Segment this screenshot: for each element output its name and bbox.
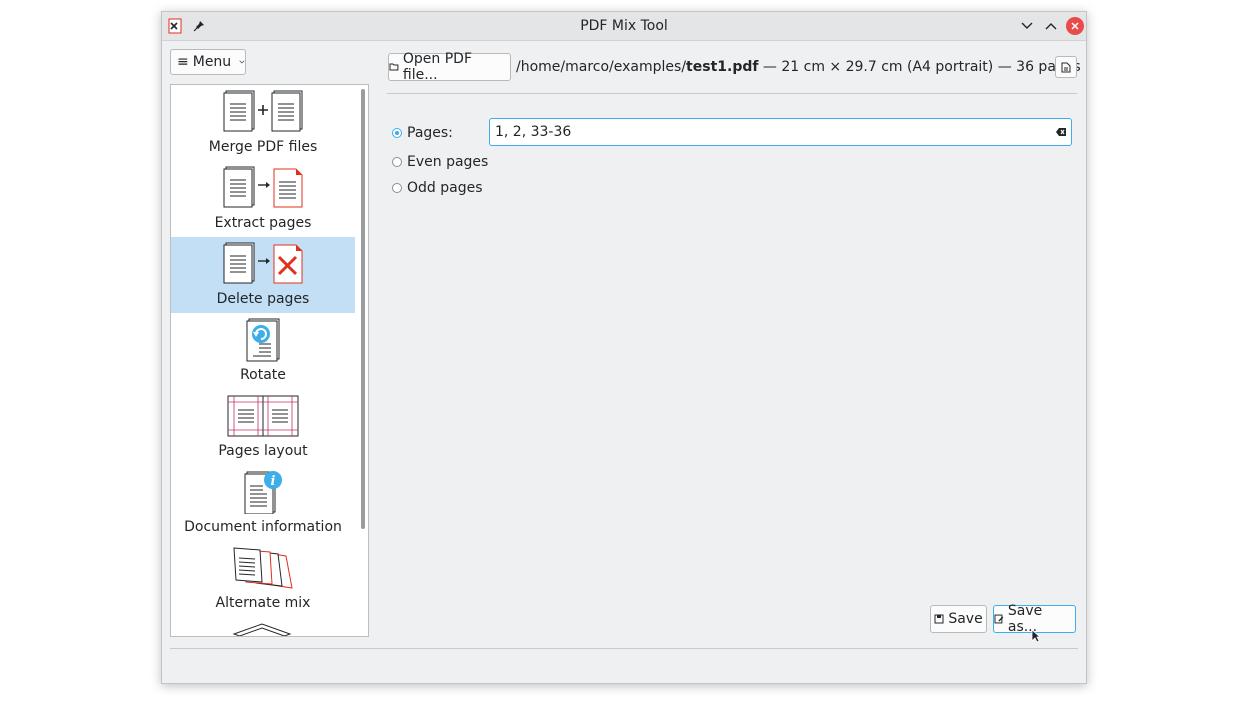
- scrollbar-thumb[interactable]: [361, 89, 365, 529]
- svg-text:i: i: [271, 474, 276, 489]
- alternate-mix-icon: [171, 545, 355, 591]
- pages-layout-icon: [171, 393, 355, 439]
- tool-document-information[interactable]: i Document information: [171, 465, 355, 541]
- minimize-icon[interactable]: [1018, 17, 1036, 35]
- mouse-cursor-icon: [1031, 629, 1042, 647]
- pages-option[interactable]: Pages:: [392, 125, 453, 141]
- tool-label: Merge PDF files: [208, 139, 318, 155]
- tool-rotate[interactable]: Rotate: [171, 313, 355, 389]
- app-window: PDF Mix Tool ≡ Menu Merge PDF files Extr…: [161, 11, 1087, 684]
- open-pdf-button[interactable]: Open PDF file...: [388, 51, 511, 83]
- tool-label: Rotate: [240, 367, 286, 383]
- odd-pages-label: Odd pages: [407, 180, 483, 196]
- save-button[interactable]: Save: [930, 605, 987, 633]
- tool-delete-pages[interactable]: Delete pages: [171, 237, 355, 313]
- document-properties-button[interactable]: [1055, 56, 1077, 78]
- tool-extract-pages[interactable]: Extract pages: [171, 161, 355, 237]
- tool-label: Alternate mix: [215, 595, 311, 611]
- title-bar[interactable]: PDF Mix Tool: [162, 12, 1086, 41]
- open-pdf-label: Open PDF file...: [402, 51, 473, 83]
- sidebar-scrollbar[interactable]: [360, 89, 366, 529]
- tool-merge-pdf-files[interactable]: Merge PDF files: [171, 85, 355, 161]
- status-bar: [170, 648, 1078, 649]
- file-name: test1.pdf: [686, 59, 759, 75]
- save-as-label: Save as...: [1007, 603, 1043, 635]
- delete-pages-icon: [171, 241, 355, 287]
- even-pages-label: Even pages: [407, 154, 489, 170]
- clear-icon[interactable]: [1055, 126, 1067, 138]
- document-info-icon: i: [171, 469, 355, 515]
- multipage-icon: [171, 621, 355, 636]
- tool-label: Pages layout: [218, 443, 308, 459]
- tools-list[interactable]: Merge PDF files Extract pages Delete pag…: [170, 84, 369, 637]
- save-icon: [934, 614, 944, 624]
- document-icon: [1061, 62, 1071, 72]
- close-icon[interactable]: [1066, 17, 1084, 35]
- merge-pdf-icon: [171, 89, 355, 135]
- odd-pages-radio[interactable]: [392, 183, 402, 193]
- header-separator: [387, 93, 1077, 94]
- even-pages-option[interactable]: Even pages: [392, 154, 488, 170]
- pages-input[interactable]: [489, 118, 1072, 146]
- tool-alternate-mix[interactable]: Alternate mix: [171, 541, 355, 617]
- window-title: PDF Mix Tool: [580, 18, 668, 34]
- rotate-icon: [171, 317, 355, 363]
- save-label: Save: [948, 611, 983, 627]
- tool-label: Document information: [184, 519, 342, 535]
- file-details: — 21 cm × 29.7 cm (A4 portrait) — 36 pag…: [758, 59, 1081, 75]
- chevron-down-icon: [239, 60, 245, 64]
- extract-pages-icon: [171, 165, 355, 211]
- even-pages-radio[interactable]: [392, 157, 402, 167]
- save-as-icon: [994, 614, 1004, 624]
- menu-label: Menu: [192, 54, 232, 70]
- tool-pages-layout[interactable]: Pages layout: [171, 389, 355, 465]
- tool-label: Extract pages: [214, 215, 312, 231]
- maximize-icon[interactable]: [1042, 17, 1060, 35]
- pages-radio[interactable]: [392, 128, 402, 138]
- file-info: /home/marco/examples/test1.pdf — 21 cm ×…: [516, 59, 1081, 75]
- hamburger-icon: ≡: [177, 54, 189, 70]
- tool-next-partial[interactable]: [171, 617, 355, 636]
- menu-button[interactable]: ≡ Menu: [170, 49, 246, 75]
- file-path: /home/marco/examples/: [516, 59, 687, 75]
- pages-label: Pages:: [407, 125, 453, 141]
- odd-pages-option[interactable]: Odd pages: [392, 180, 483, 196]
- tool-label: Delete pages: [216, 291, 310, 307]
- folder-icon: [389, 63, 399, 71]
